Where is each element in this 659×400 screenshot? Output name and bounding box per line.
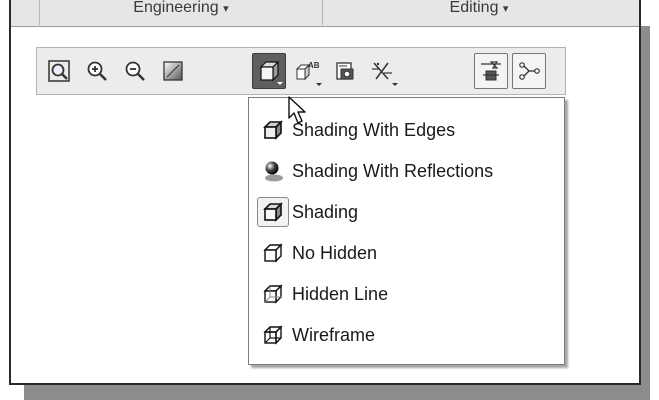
datum-display-button[interactable] xyxy=(366,53,400,89)
saved-views-icon xyxy=(333,59,357,83)
plane-display-icon xyxy=(479,59,503,83)
menu-item-label: Shading xyxy=(292,201,359,222)
shading-with-reflections-icon xyxy=(257,156,289,186)
chevron-down-icon: ▾ xyxy=(223,3,229,15)
dropdown-arrow-icon xyxy=(392,83,398,86)
axis-display-icon xyxy=(517,59,541,83)
zoom-fit-icon xyxy=(47,59,71,83)
axis-display-button[interactable] xyxy=(512,53,546,89)
annotation-display-icon: AB xyxy=(294,59,320,83)
menu-item-no-hidden[interactable]: No Hidden xyxy=(257,236,557,270)
hidden-line-icon xyxy=(257,279,289,309)
menu-item-label: Shading With Edges xyxy=(292,119,456,140)
zoom-in-button[interactable] xyxy=(80,53,114,89)
tab-engineering-label: Engineering xyxy=(133,0,219,16)
view-style-icon xyxy=(161,59,185,83)
dropdown-arrow-icon xyxy=(277,82,283,85)
datum-display-icon xyxy=(370,59,396,83)
zoom-in-icon xyxy=(85,59,109,83)
display-style-menu: Shading With Edges Shading With Reflecti… xyxy=(248,97,565,365)
graphics-toolbar: AB xyxy=(36,47,566,95)
tab-editing[interactable]: Editing ▾ xyxy=(323,0,635,25)
zoom-out-button[interactable] xyxy=(118,53,152,89)
menu-item-label: Hidden Line xyxy=(292,283,389,304)
display-style-button[interactable] xyxy=(252,53,286,89)
annotation-display-button[interactable]: AB xyxy=(290,53,324,89)
chevron-down-icon: ▾ xyxy=(502,3,509,15)
menu-item-shading-with-reflections[interactable]: Shading With Reflections xyxy=(257,154,557,188)
svg-text:AB: AB xyxy=(308,61,320,70)
menu-item-shading[interactable]: Shading xyxy=(257,195,557,229)
shading-icon xyxy=(257,197,289,227)
plane-display-button[interactable] xyxy=(474,53,508,89)
no-hidden-icon xyxy=(257,238,289,268)
menu-item-label: Wireframe xyxy=(292,324,376,345)
mouse-pointer-icon xyxy=(287,96,309,131)
shading-cube-icon xyxy=(257,59,281,83)
ribbon-tab-bar: Engineering ▾ Editing ▾ xyxy=(11,0,639,27)
view-style-button[interactable] xyxy=(156,53,190,89)
menu-item-label: No Hidden xyxy=(292,242,378,263)
zoom-out-icon xyxy=(123,59,147,83)
refit-button[interactable] xyxy=(42,53,76,89)
tab-editing-label: Editing xyxy=(449,0,499,16)
wireframe-icon xyxy=(257,320,289,350)
menu-item-wireframe[interactable]: Wireframe xyxy=(257,318,557,352)
menu-item-hidden-line[interactable]: Hidden Line xyxy=(257,277,557,311)
saved-views-button[interactable] xyxy=(328,53,362,89)
tab-engineering[interactable]: Engineering ▾ xyxy=(39,0,323,25)
menu-item-label: Shading With Reflections xyxy=(292,160,494,181)
dropdown-arrow-icon xyxy=(316,83,322,86)
shading-with-edges-icon xyxy=(257,115,289,145)
